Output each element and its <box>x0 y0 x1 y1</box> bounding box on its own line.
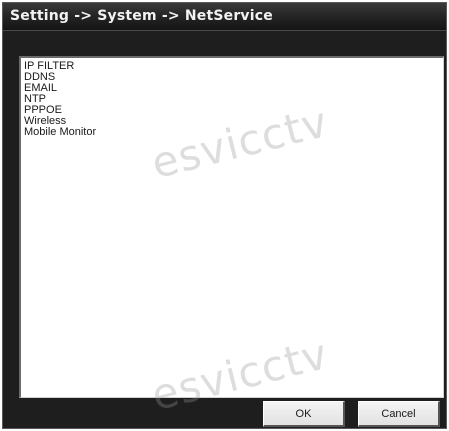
netservice-list-items: IP FILTER DDNS EMAIL NTP PPPOE Wireless … <box>21 58 443 138</box>
list-item-ip-filter[interactable]: IP FILTER <box>24 61 443 72</box>
list-item-email[interactable]: EMAIL <box>24 83 443 94</box>
window-title: Setting -> System -> NetService <box>10 8 273 24</box>
list-item-ntp[interactable]: NTP <box>24 94 443 105</box>
list-item-ddns[interactable]: DDNS <box>24 72 443 83</box>
list-item-pppoe[interactable]: PPPOE <box>24 105 443 116</box>
title-bar: Setting -> System -> NetService <box>3 3 446 31</box>
cancel-button[interactable]: Cancel <box>358 401 440 427</box>
list-item-mobile-monitor[interactable]: Mobile Monitor <box>24 127 443 138</box>
ok-button[interactable]: OK <box>263 401 345 427</box>
netservice-dialog: Setting -> System -> NetService IP FILTE… <box>2 2 447 429</box>
netservice-list[interactable]: IP FILTER DDNS EMAIL NTP PPPOE Wireless … <box>19 56 444 398</box>
